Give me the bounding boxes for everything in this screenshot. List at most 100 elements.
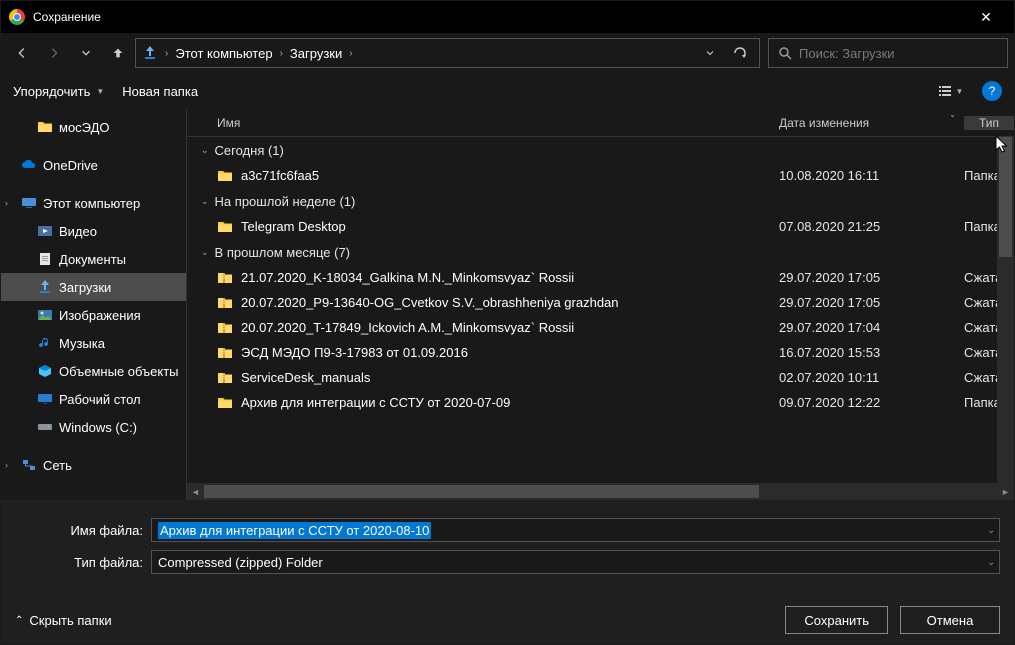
search-input[interactable]: [799, 46, 999, 61]
sidebar-item[interactable]: Изображения: [1, 301, 186, 329]
address-dropdown[interactable]: [697, 40, 723, 66]
help-button[interactable]: ?: [982, 81, 1002, 101]
sidebar-item[interactable]: Видео: [1, 217, 186, 245]
toolbar: Упорядочить▼ Новая папка ▼ ?: [1, 73, 1014, 109]
file-row[interactable]: Архив для интеграции с ССТУ от 2020-07-0…: [187, 390, 1014, 415]
column-type[interactable]: Тип: [964, 116, 1014, 130]
3d-icon: [37, 363, 53, 379]
folder-icon: [217, 395, 233, 411]
filename-label: Имя файла:: [15, 523, 143, 538]
hide-folders-toggle[interactable]: ⌃ Скрыть папки: [15, 613, 112, 628]
filename-input[interactable]: Архив для интеграции с ССТУ от 2020-08-1…: [151, 518, 1000, 542]
column-headers: Имя Дата изменения ⌄ Тип: [187, 109, 1014, 137]
chevron-down-icon: ⌄: [201, 247, 209, 258]
sidebar-item[interactable]: Документы: [1, 245, 186, 273]
zip-icon: [217, 370, 233, 386]
sidebar-item[interactable]: OneDrive: [1, 151, 186, 179]
refresh-button[interactable]: [727, 40, 753, 66]
back-button[interactable]: [7, 38, 37, 68]
chevron-right-icon: ›: [349, 48, 352, 59]
sidebar-item-label: Сеть: [43, 458, 72, 473]
file-row[interactable]: 21.07.2020_K-18034_Galkina M.N._Minkomsv…: [187, 265, 1014, 290]
sort-indicator-icon: ⌄: [949, 110, 956, 119]
sidebar-item[interactable]: Рабочий стол: [1, 385, 186, 413]
group-header[interactable]: ⌄Сегодня (1): [187, 137, 1014, 163]
filetype-select[interactable]: Compressed (zipped) Folder ⌄: [151, 550, 1000, 574]
scroll-left-icon[interactable]: ◄: [187, 483, 204, 500]
sidebar-item-label: Загрузки: [59, 280, 111, 295]
address-bar[interactable]: › Этот компьютер › Загрузки ›: [135, 38, 760, 68]
sidebar-item[interactable]: Windows (C:): [1, 413, 186, 441]
navigation-bar: › Этот компьютер › Загрузки ›: [1, 33, 1014, 73]
recent-dropdown[interactable]: [71, 38, 101, 68]
file-name: 20.07.2020_P9-13640-OG_Cvetkov S.V._obra…: [241, 295, 619, 310]
view-mode-button[interactable]: ▼: [936, 77, 964, 105]
search-box[interactable]: [768, 38, 1008, 68]
chevron-right-icon: ›: [165, 48, 168, 59]
expand-icon[interactable]: ›: [5, 198, 8, 208]
chevron-right-icon: ›: [280, 48, 283, 59]
sidebar-item[interactable]: мосЭДО: [1, 113, 186, 141]
vertical-scrollbar[interactable]: [997, 137, 1014, 483]
chevron-up-icon: ⌃: [15, 615, 23, 626]
horizontal-scrollbar[interactable]: ◄ ►: [187, 483, 1014, 500]
filename-value[interactable]: Архив для интеграции с ССТУ от 2020-08-1…: [158, 522, 431, 539]
chrome-icon: [9, 9, 25, 25]
sidebar-item[interactable]: Загрузки: [1, 273, 186, 301]
filetype-label: Тип файла:: [15, 555, 143, 570]
column-name[interactable]: Имя: [187, 116, 779, 130]
dialog-title: Сохранение: [33, 10, 966, 24]
file-row[interactable]: 20.07.2020_T-17849_Ickovich A.M._Minkoms…: [187, 315, 1014, 340]
sidebar-item[interactable]: Объемные объекты: [1, 357, 186, 385]
sidebar-item-label: Изображения: [59, 308, 141, 323]
column-date[interactable]: Дата изменения ⌄: [779, 116, 964, 130]
chevron-down-icon[interactable]: ⌄: [987, 525, 995, 536]
file-row[interactable]: ЭСД МЭДО П9-3-17983 от 01.09.201616.07.2…: [187, 340, 1014, 365]
sidebar-item-label: OneDrive: [43, 158, 98, 173]
download-icon: [37, 279, 53, 295]
up-button[interactable]: [103, 38, 133, 68]
video-icon: [37, 223, 53, 239]
file-row[interactable]: Telegram Desktop07.08.2020 21:25Папка: [187, 214, 1014, 239]
group-title: В прошлом месяце (7): [215, 245, 350, 260]
zip-icon: [217, 270, 233, 286]
file-row[interactable]: 20.07.2020_P9-13640-OG_Cvetkov S.V._obra…: [187, 290, 1014, 315]
file-name: 20.07.2020_T-17849_Ickovich A.M._Minkoms…: [241, 320, 574, 335]
file-date: 07.08.2020 21:25: [779, 219, 964, 234]
scroll-right-icon[interactable]: ►: [997, 483, 1014, 500]
sidebar-item-label: Музыка: [59, 336, 105, 351]
file-date: 29.07.2020 17:05: [779, 295, 964, 310]
file-date: 16.07.2020 15:53: [779, 345, 964, 360]
filetype-value: Compressed (zipped) Folder: [158, 555, 323, 570]
organize-menu[interactable]: Упорядочить▼: [13, 84, 104, 99]
zip-icon: [217, 345, 233, 361]
file-name: ServiceDesk_manuals: [241, 370, 370, 385]
chevron-down-icon: ⌄: [201, 196, 209, 207]
desktop-icon: [37, 391, 53, 407]
zip-icon: [217, 295, 233, 311]
sidebar-item-label: Этот компьютер: [43, 196, 140, 211]
file-date: 02.07.2020 10:11: [779, 370, 964, 385]
file-name: Telegram Desktop: [241, 219, 346, 234]
save-button[interactable]: Сохранить: [785, 606, 888, 634]
sidebar-item-label: Рабочий стол: [59, 392, 141, 407]
new-folder-button[interactable]: Новая папка: [122, 84, 198, 99]
sidebar-item[interactable]: Музыка: [1, 329, 186, 357]
group-header[interactable]: ⌄На прошлой неделе (1): [187, 188, 1014, 214]
breadcrumb-location[interactable]: Загрузки: [290, 46, 342, 61]
sidebar-item[interactable]: › Этот компьютер: [1, 189, 186, 217]
sidebar-item-label: Видео: [59, 224, 97, 239]
sidebar-item[interactable]: › Сеть: [1, 451, 186, 479]
chevron-down-icon[interactable]: ⌄: [987, 557, 995, 568]
file-row[interactable]: ServiceDesk_manuals02.07.2020 10:11Сжата…: [187, 365, 1014, 390]
file-row[interactable]: a3c71fc6faa510.08.2020 16:11Папка: [187, 163, 1014, 188]
expand-icon[interactable]: ›: [5, 460, 8, 470]
download-icon: [142, 45, 158, 61]
breadcrumb-root[interactable]: Этот компьютер: [175, 46, 272, 61]
cancel-button[interactable]: Отмена: [900, 606, 1000, 634]
group-header[interactable]: ⌄ В прошлом месяце (7): [187, 239, 1014, 265]
file-list[interactable]: ⌄Сегодня (1)a3c71fc6faa510.08.2020 16:11…: [187, 137, 1014, 483]
close-button[interactable]: ✕: [966, 3, 1006, 31]
pc-icon: [21, 195, 37, 211]
forward-button[interactable]: [39, 38, 69, 68]
